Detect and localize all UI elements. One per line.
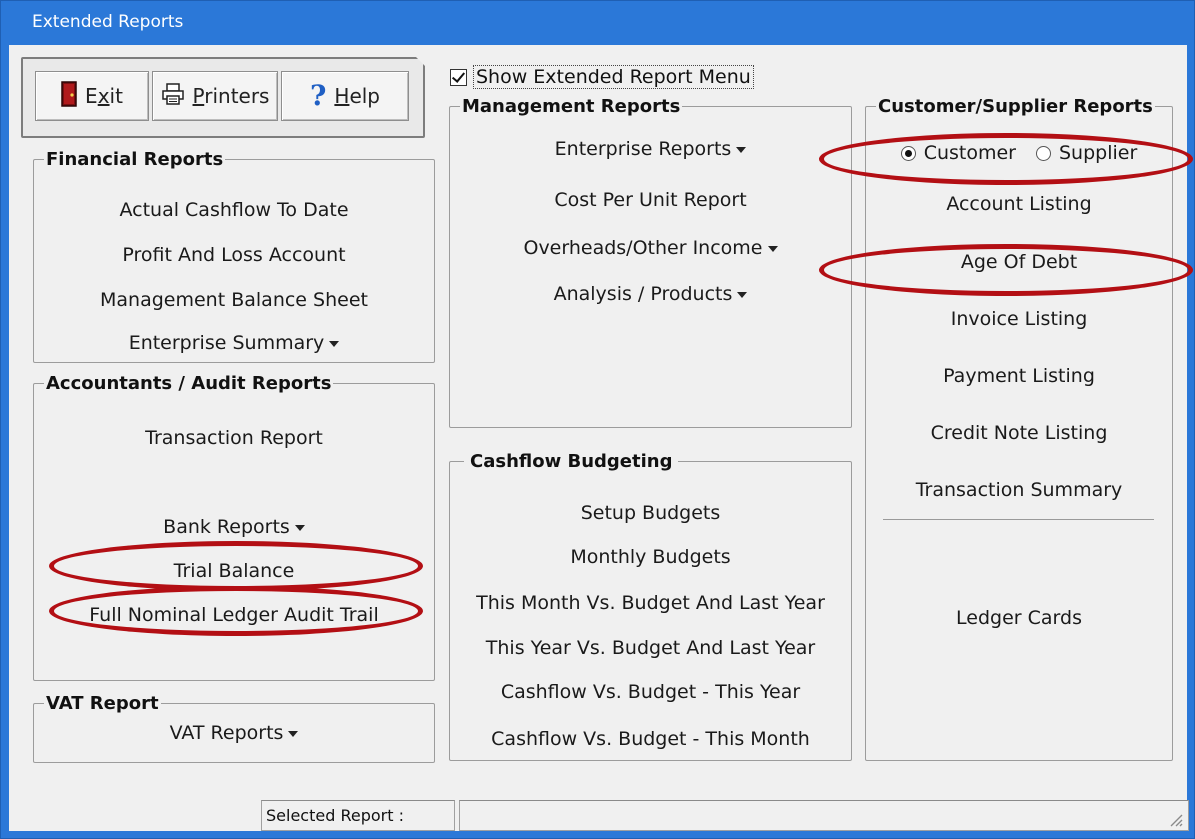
customer-radio[interactable]: Customer (900, 142, 1016, 164)
report-account-listing[interactable]: Account Listing (866, 193, 1172, 215)
report-enterprise-summary[interactable]: Enterprise Summary (34, 332, 434, 354)
financial-reports-group: Financial Reports Actual Cashflow To Dat… (33, 149, 435, 363)
report-invoice-listing[interactable]: Invoice Listing (866, 308, 1172, 330)
report-transaction[interactable]: Transaction Report (34, 427, 434, 449)
report-trial-balance[interactable]: Trial Balance (34, 560, 434, 582)
show-extended-menu-checkbox[interactable]: Show Extended Report Menu (450, 65, 754, 89)
report-credit-note-listing[interactable]: Credit Note Listing (866, 422, 1172, 444)
selected-report-value (459, 800, 1189, 831)
report-overheads-other-income[interactable]: Overheads/Other Income (450, 237, 851, 259)
report-this-month-vs-budget[interactable]: This Month Vs. Budget And Last Year (450, 592, 851, 614)
dropdown-caret-icon (737, 291, 748, 298)
report-monthly-budgets[interactable]: Monthly Budgets (450, 546, 851, 568)
report-profit-and-loss[interactable]: Profit And Loss Account (34, 244, 434, 266)
report-payment-listing[interactable]: Payment Listing (866, 365, 1172, 387)
report-age-of-debt[interactable]: Age Of Debt (866, 251, 1172, 273)
radio-selected-icon (900, 145, 916, 161)
report-cashflow-vs-budget-year[interactable]: Cashflow Vs. Budget - This Year (450, 681, 851, 703)
management-reports-group: Management Reports Enterprise Reports Co… (449, 96, 852, 428)
radio-unselected-icon (1036, 145, 1051, 161)
window-title: Extended Reports (32, 12, 184, 32)
supplier-radio[interactable]: Supplier (1036, 142, 1137, 164)
report-bank-reports[interactable]: Bank Reports (34, 516, 434, 538)
report-analysis-products[interactable]: Analysis / Products (450, 283, 851, 305)
status-bar: Selected Report : (9, 800, 1189, 831)
customer-supplier-radio-group: Customer Supplier (866, 142, 1172, 164)
report-this-year-vs-budget[interactable]: This Year Vs. Budget And Last Year (450, 637, 851, 659)
door-icon (61, 80, 77, 112)
report-cashflow-vs-budget-month[interactable]: Cashflow Vs. Budget - This Month (450, 728, 851, 750)
resize-grip-icon[interactable] (1169, 813, 1183, 827)
report-vat-reports[interactable]: VAT Reports (34, 722, 434, 744)
printers-button[interactable]: Printers (152, 71, 278, 121)
toolbar: Exit Printers ? Help (21, 57, 425, 138)
dropdown-caret-icon (767, 245, 778, 252)
customer-supplier-group: Customer/Supplier Reports Customer Suppl… (865, 96, 1173, 761)
dropdown-caret-icon (288, 730, 299, 737)
extended-reports-window: Extended Reports Exit Printers ? Help Sh… (0, 0, 1195, 839)
dropdown-caret-icon (294, 524, 305, 531)
question-mark-icon: ? (309, 79, 327, 112)
dropdown-caret-icon (329, 340, 340, 347)
exit-button[interactable]: Exit (35, 71, 149, 121)
cashflow-budgeting-group: Cashflow Budgeting Setup Budgets Monthly… (449, 451, 852, 761)
vat-report-group: VAT Report VAT Reports (33, 693, 435, 763)
report-full-nominal-ledger-audit-trail[interactable]: Full Nominal Ledger Audit Trail (34, 604, 434, 626)
client-area: Exit Printers ? Help Show Extended Repor… (9, 45, 1189, 831)
report-management-balance-sheet[interactable]: Management Balance Sheet (34, 289, 434, 311)
checkbox-box[interactable] (450, 68, 467, 86)
report-actual-cashflow[interactable]: Actual Cashflow To Date (34, 199, 434, 221)
printer-icon (161, 82, 185, 110)
report-setup-budgets[interactable]: Setup Budgets (450, 502, 851, 524)
help-button[interactable]: ? Help (281, 71, 409, 121)
report-ledger-cards[interactable]: Ledger Cards (866, 607, 1172, 629)
report-transaction-summary[interactable]: Transaction Summary (866, 479, 1172, 501)
dropdown-caret-icon (736, 146, 747, 153)
report-enterprise-reports[interactable]: Enterprise Reports (450, 138, 851, 160)
report-cost-per-unit[interactable]: Cost Per Unit Report (450, 189, 851, 211)
separator-line (883, 519, 1154, 520)
accountants-audit-group: Accountants / Audit Reports Transaction … (33, 373, 435, 681)
selected-report-label: Selected Report : (261, 800, 455, 831)
